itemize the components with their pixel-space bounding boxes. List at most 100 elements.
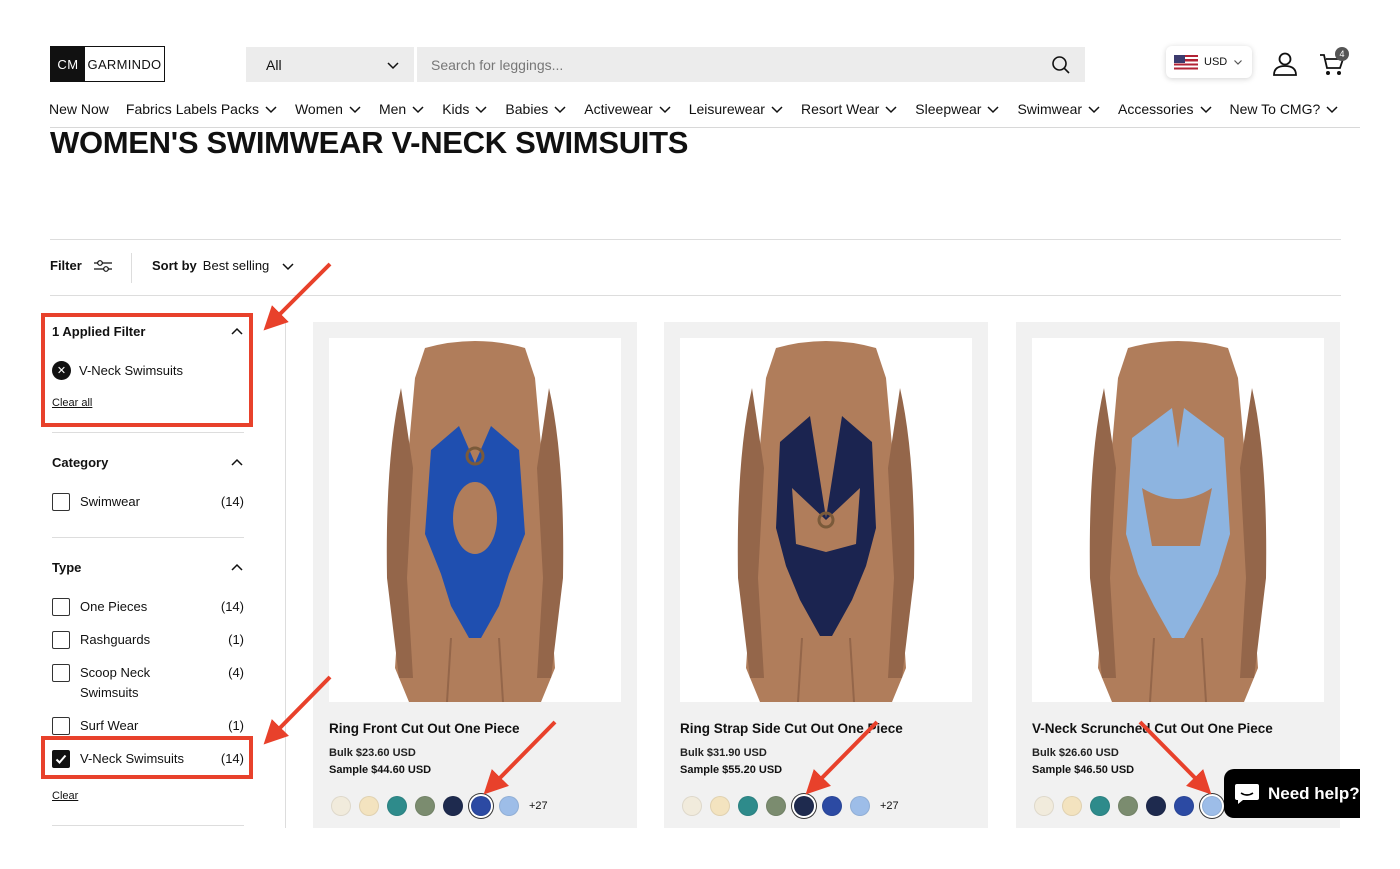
checkbox[interactable] xyxy=(52,631,70,649)
more-colors-count[interactable]: +27 xyxy=(880,800,899,812)
chevron-down-icon xyxy=(1088,106,1100,114)
product-bulk-price: Bulk $26.60 USD xyxy=(1032,747,1119,759)
product-image-frame[interactable] xyxy=(680,338,972,702)
product-title[interactable]: V-Neck Scrunched Cut Out One Piece xyxy=(1032,721,1273,736)
product-title[interactable]: Ring Front Cut Out One Piece xyxy=(329,721,520,736)
search-input[interactable] xyxy=(431,56,1051,73)
color-swatch[interactable] xyxy=(359,796,379,816)
color-swatch[interactable] xyxy=(794,796,814,816)
color-swatch[interactable] xyxy=(1034,796,1054,816)
product-sample-price: Sample $46.50 USD xyxy=(1032,764,1135,776)
more-colors-count[interactable]: +27 xyxy=(529,800,548,812)
filter-option[interactable]: Scoop Neck Swimsuits (4) xyxy=(52,664,244,703)
filter-button[interactable]: Filter xyxy=(50,258,112,273)
chevron-up-icon xyxy=(231,563,243,571)
filter-option[interactable]: Surf Wear (1) xyxy=(52,717,244,736)
color-swatch[interactable] xyxy=(850,796,870,816)
sliders-icon xyxy=(93,259,112,272)
chat-icon xyxy=(1235,783,1259,804)
color-swatch[interactable] xyxy=(471,796,491,816)
product-card[interactable]: Ring Strap Side Cut Out One Piece Bulk $3… xyxy=(664,322,988,828)
toolbar-divider-top xyxy=(50,239,1341,240)
nav-item-label: Men xyxy=(378,101,407,117)
product-card[interactable]: Ring Front Cut Out One Piece Bulk $23.60 … xyxy=(313,322,637,828)
filter-option-count: (1) xyxy=(228,632,244,647)
toolbar-divider-bottom xyxy=(50,295,1341,296)
checkbox[interactable] xyxy=(52,717,70,735)
color-swatch[interactable] xyxy=(415,796,435,816)
nav-item[interactable]: Swimwear xyxy=(1017,101,1101,117)
color-swatches: +27 xyxy=(682,796,899,816)
color-swatch[interactable] xyxy=(822,796,842,816)
product-card[interactable]: V-Neck Scrunched Cut Out One Piece Bulk $… xyxy=(1016,322,1340,828)
nav-item-label: Swimwear xyxy=(1017,101,1083,117)
color-swatch[interactable] xyxy=(1146,796,1166,816)
color-swatch[interactable] xyxy=(331,796,351,816)
color-swatch[interactable] xyxy=(766,796,786,816)
sidebar-divider xyxy=(285,320,286,828)
need-help-chat-button[interactable]: Need help? xyxy=(1224,769,1360,818)
nav-item[interactable]: Sleepwear xyxy=(915,101,1000,117)
site-logo[interactable]: CM GARMINDO xyxy=(50,46,165,82)
type-header[interactable]: Type xyxy=(52,560,244,575)
search-icon[interactable] xyxy=(1051,55,1071,75)
color-swatch[interactable] xyxy=(1118,796,1138,816)
sidebar-divider xyxy=(52,825,244,826)
product-title[interactable]: Ring Strap Side Cut Out One Piece xyxy=(680,721,903,736)
search-bar: All xyxy=(246,47,1085,82)
logo-mark: CM xyxy=(51,47,85,81)
nav-item[interactable]: Resort Wear xyxy=(801,101,898,117)
nav-item-label: Women xyxy=(294,101,343,117)
product-image[interactable] xyxy=(329,338,621,702)
sort-dropdown[interactable]: Sort by Best selling xyxy=(152,258,295,273)
color-swatches: +27 xyxy=(331,796,548,816)
product-bulk-price: Bulk $23.60 USD xyxy=(329,747,416,759)
color-swatch[interactable] xyxy=(738,796,758,816)
color-swatch[interactable] xyxy=(682,796,702,816)
color-swatch[interactable] xyxy=(1090,796,1110,816)
annotation-box-vneck-checkbox xyxy=(41,736,253,779)
nav-item-label: Accessories xyxy=(1118,101,1194,117)
toolbar-separator xyxy=(131,253,132,283)
chevron-down-icon xyxy=(554,106,566,114)
chevron-down-icon xyxy=(349,106,361,114)
nav-item[interactable]: Activewear xyxy=(584,101,671,117)
filter-option[interactable]: Swimwear (14) xyxy=(52,493,244,512)
nav-item[interactable]: Women xyxy=(295,101,362,117)
color-swatch[interactable] xyxy=(1202,796,1222,816)
account-icon[interactable] xyxy=(1272,51,1298,77)
color-swatch[interactable] xyxy=(443,796,463,816)
nav-item[interactable]: Leisurewear xyxy=(689,101,784,117)
color-swatch[interactable] xyxy=(710,796,730,816)
filter-option[interactable]: Rashguards (1) xyxy=(52,631,244,650)
us-flag-icon xyxy=(1174,54,1198,70)
nav-item[interactable]: New Now xyxy=(49,101,109,117)
nav-item[interactable]: Accessories xyxy=(1118,101,1212,117)
product-image[interactable] xyxy=(680,338,972,702)
checkbox[interactable] xyxy=(52,493,70,511)
nav-item[interactable]: Fabrics Labels Packs xyxy=(126,101,278,117)
color-swatch[interactable] xyxy=(1174,796,1194,816)
logo-name: GARMINDO xyxy=(87,56,162,72)
filter-option[interactable]: One Pieces (14) xyxy=(52,598,244,617)
product-image-frame[interactable] xyxy=(1032,338,1324,702)
color-swatch[interactable] xyxy=(499,796,519,816)
category-header[interactable]: Category xyxy=(52,455,244,470)
checkbox[interactable] xyxy=(52,598,70,616)
checkbox[interactable] xyxy=(52,664,70,682)
color-swatch[interactable] xyxy=(1062,796,1082,816)
currency-selector[interactable]: USD xyxy=(1166,46,1252,78)
nav-item[interactable]: New To CMG? xyxy=(1230,101,1340,117)
nav-item[interactable]: Kids xyxy=(442,101,488,117)
chevron-down-icon xyxy=(1326,106,1338,114)
product-image-frame[interactable] xyxy=(329,338,621,702)
category-select[interactable]: All xyxy=(246,47,414,82)
chevron-down-icon xyxy=(282,262,294,270)
clear-type-link[interactable]: Clear xyxy=(52,790,78,802)
nav-item[interactable]: Babies xyxy=(505,101,567,117)
filter-label: Filter xyxy=(50,258,82,273)
color-swatch[interactable] xyxy=(387,796,407,816)
nav-item-label: Sleepwear xyxy=(915,101,982,117)
nav-item[interactable]: Men xyxy=(379,101,425,117)
product-image[interactable] xyxy=(1032,338,1324,702)
